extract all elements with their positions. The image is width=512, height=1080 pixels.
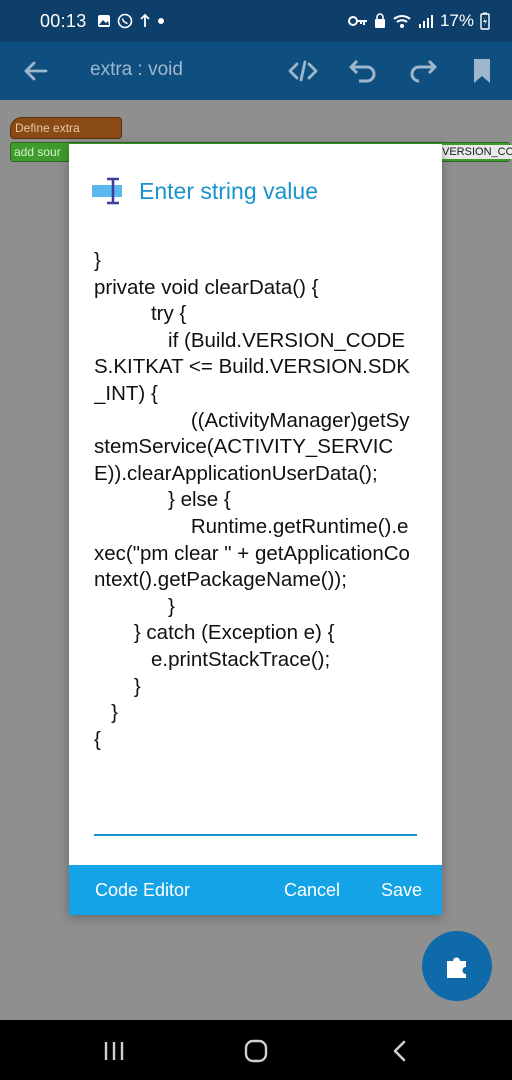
string-value-input[interactable]: } private void clearData() { try { if (B… (94, 248, 417, 834)
version-block-text: VERSION_CO (440, 145, 512, 159)
define-block[interactable]: Define extra (10, 117, 122, 139)
wifi-icon (393, 15, 411, 28)
notification-icons (97, 13, 165, 29)
dialog-footer: Code Editor Cancel Save (69, 865, 442, 915)
code-icon[interactable] (287, 55, 319, 87)
back-icon[interactable] (20, 56, 50, 86)
upload-icon (139, 13, 150, 27)
recents-icon[interactable] (101, 1038, 127, 1064)
status-bar: 00:13 17% (0, 0, 512, 42)
page-title: extra : void (90, 59, 183, 80)
nav-back-icon[interactable] (387, 1038, 413, 1064)
code-editor-button[interactable]: Code Editor (95, 880, 190, 901)
text-cursor-icon (92, 177, 122, 205)
input-underline (94, 834, 417, 836)
save-button[interactable]: Save (381, 880, 422, 901)
battery-percent: 17% (439, 11, 474, 30)
redo-icon[interactable] (407, 55, 439, 87)
dot-icon (157, 18, 164, 24)
lock-icon (374, 13, 385, 28)
status-time: 00:13 (40, 10, 87, 31)
gallery-icon (97, 15, 110, 27)
whatsapp-icon (117, 13, 132, 29)
signal-icon (418, 15, 433, 28)
system-nav-bar (0, 1020, 512, 1080)
bookmark-icon[interactable] (466, 55, 498, 87)
palette-fab[interactable] (422, 931, 492, 1001)
dialog-title: Enter string value (139, 177, 318, 204)
system-icons: 17% (347, 11, 490, 31)
undo-icon[interactable] (347, 55, 379, 87)
key-icon (347, 16, 367, 26)
home-icon[interactable] (243, 1038, 269, 1064)
battery-charging-icon (480, 12, 490, 30)
cancel-button[interactable]: Cancel (284, 880, 340, 901)
dialog-header: Enter string value (91, 176, 318, 206)
puzzle-icon (447, 957, 466, 978)
string-value-dialog: Enter string value } private void clearD… (69, 144, 442, 915)
app-bar: extra : void (0, 42, 512, 100)
